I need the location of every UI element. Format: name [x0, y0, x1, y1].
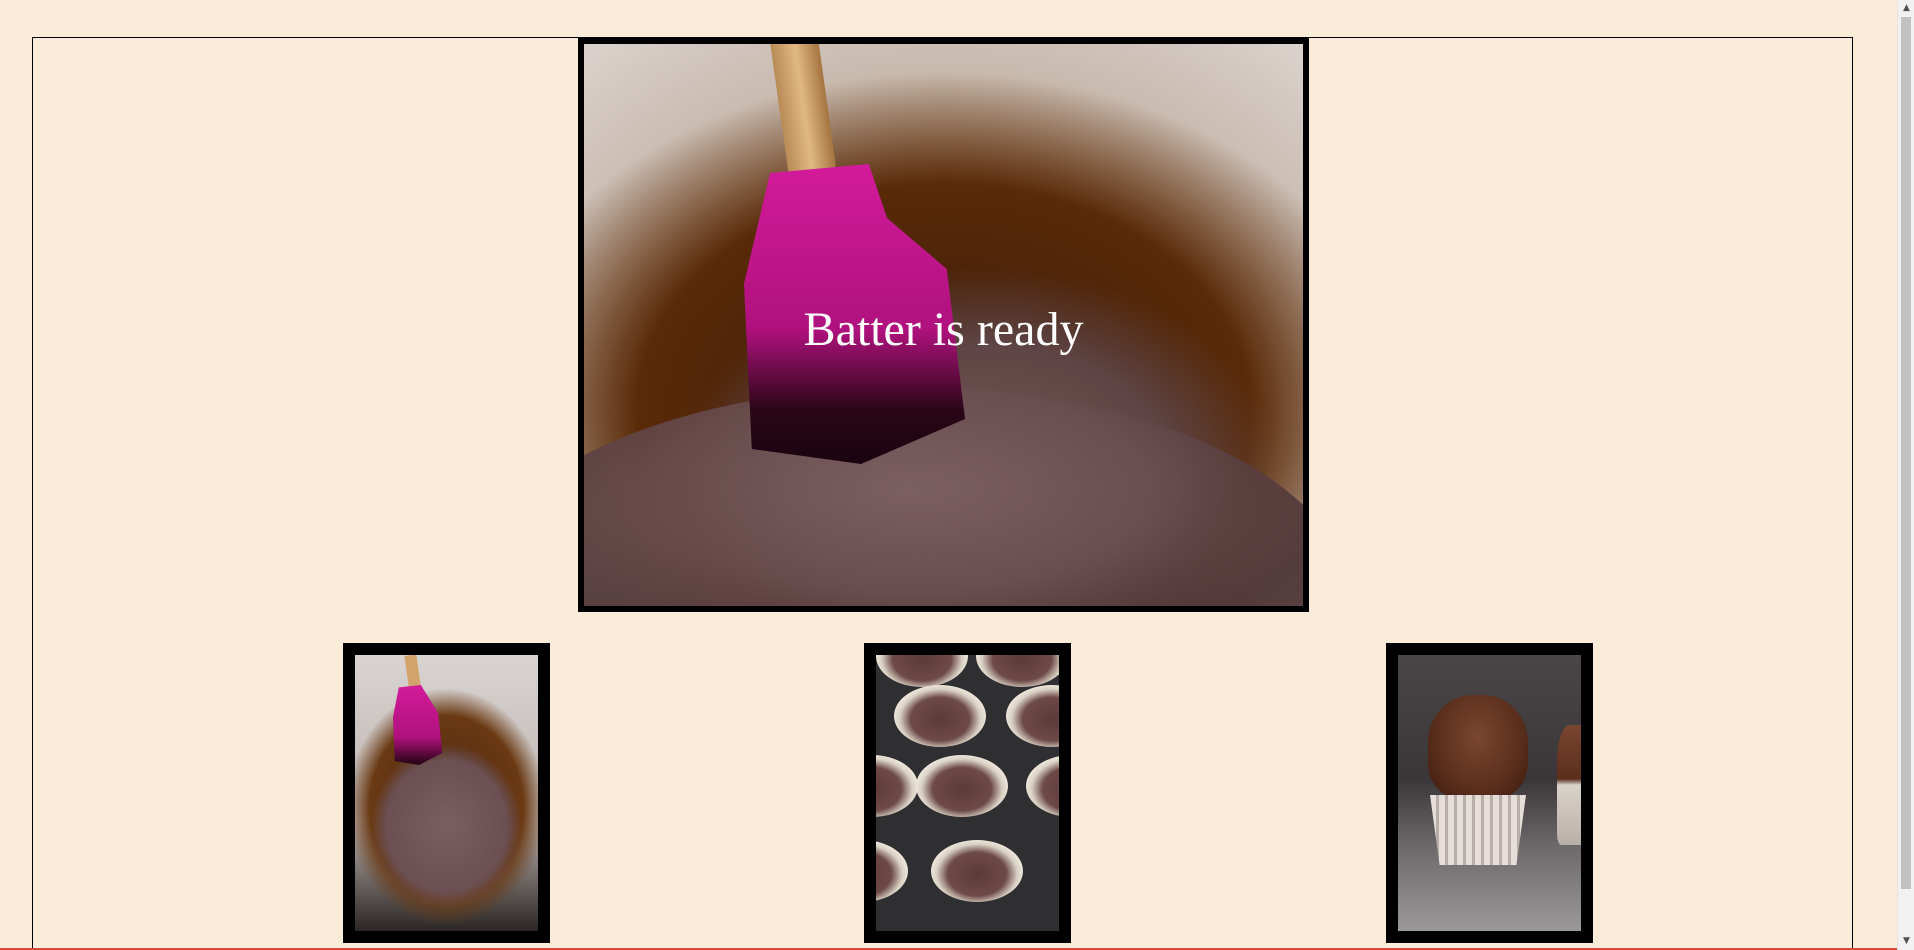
cupcake-liner — [916, 755, 1008, 817]
spatula-head — [393, 685, 443, 765]
cupcake-liner — [894, 685, 986, 747]
cupcake-liner — [976, 655, 1059, 687]
scrollbar-thumb[interactable] — [1901, 17, 1911, 889]
thumbnail-image[interactable] — [876, 655, 1059, 931]
thumbnail-image[interactable] — [1398, 655, 1581, 931]
vertical-scrollbar[interactable]: ▲ ▼ — [1897, 0, 1914, 950]
cupcake-liner — [1430, 795, 1526, 865]
cupcake-liner — [876, 655, 968, 687]
cupcake-frosting — [1428, 695, 1528, 800]
hero-image[interactable]: Batter is ready — [584, 44, 1303, 606]
background-cupcake — [1557, 725, 1581, 845]
thumbnail-batter[interactable] — [343, 643, 550, 943]
scroll-up-icon[interactable]: ▲ — [1898, 0, 1914, 17]
thumbnail-cupcake[interactable] — [1386, 643, 1593, 943]
thumbnail-image[interactable] — [355, 655, 538, 931]
page: Batter is ready ▲ ▼ — [0, 0, 1914, 950]
thumbnail-muffin-tin[interactable] — [864, 643, 1071, 943]
cupcake-liner — [1006, 685, 1059, 747]
hero-caption: Batter is ready — [803, 303, 1084, 356]
scroll-down-icon[interactable]: ▼ — [1898, 933, 1914, 950]
cupcake-liner — [876, 755, 918, 817]
cupcake-liner — [876, 840, 908, 902]
cupcake-liner — [931, 840, 1023, 902]
hero-image-frame[interactable]: Batter is ready — [578, 38, 1309, 612]
spatula-handle — [769, 44, 837, 177]
cupcake-liner — [1026, 755, 1059, 817]
